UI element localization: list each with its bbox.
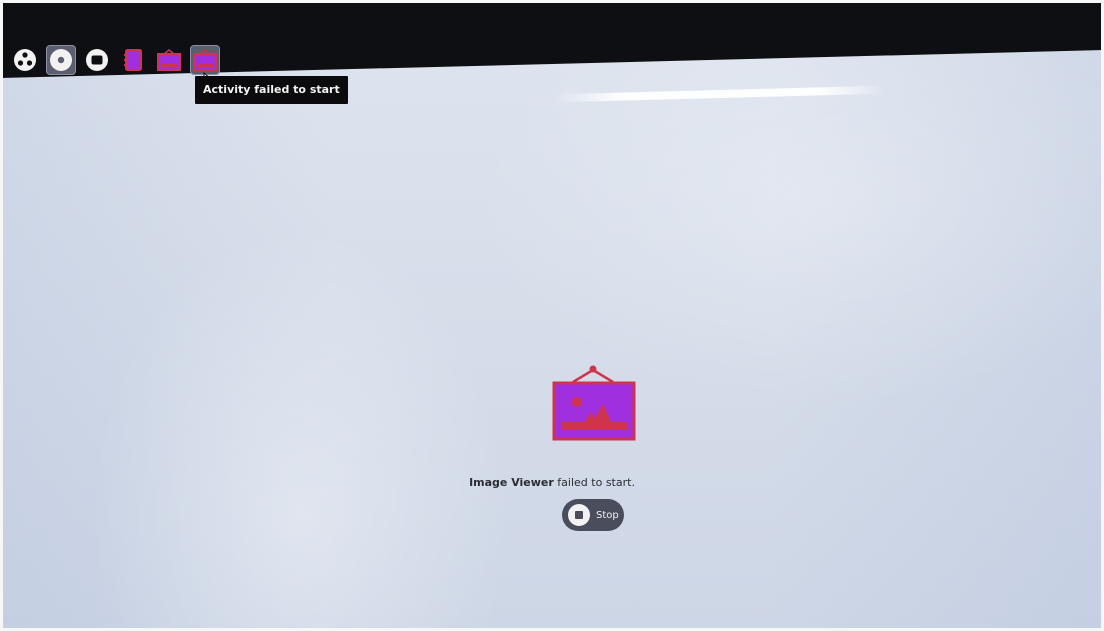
group-icon bbox=[50, 49, 72, 71]
group-button[interactable] bbox=[46, 45, 76, 75]
image-viewer-activity-button[interactable] bbox=[154, 45, 184, 75]
neighborhood-icon bbox=[14, 49, 36, 71]
error-message-text: failed to start. bbox=[553, 476, 635, 489]
image-viewer-icon bbox=[157, 48, 181, 71]
write-activity-icon bbox=[124, 49, 142, 71]
activity-tooltip: Activity failed to start bbox=[195, 76, 348, 104]
home-button[interactable] bbox=[82, 45, 112, 75]
image-viewer-icon bbox=[552, 365, 636, 441]
desktop: Activity failed to start Image Viewer fa… bbox=[0, 0, 1104, 631]
screen-glare bbox=[554, 85, 886, 103]
current-activity-button[interactable] bbox=[190, 45, 220, 75]
activity-name: Image Viewer bbox=[469, 476, 554, 489]
write-activity-button[interactable] bbox=[118, 45, 148, 75]
error-message: Image Viewer failed to start. bbox=[0, 476, 1104, 489]
stop-button[interactable]: Stop bbox=[562, 499, 624, 531]
home-icon bbox=[86, 49, 108, 71]
stop-icon bbox=[568, 504, 590, 526]
frame-toolbar bbox=[10, 42, 220, 78]
neighborhood-button[interactable] bbox=[10, 45, 40, 75]
photo-border bbox=[0, 0, 1104, 631]
stop-label: Stop bbox=[596, 509, 619, 521]
image-viewer-icon bbox=[193, 48, 217, 71]
